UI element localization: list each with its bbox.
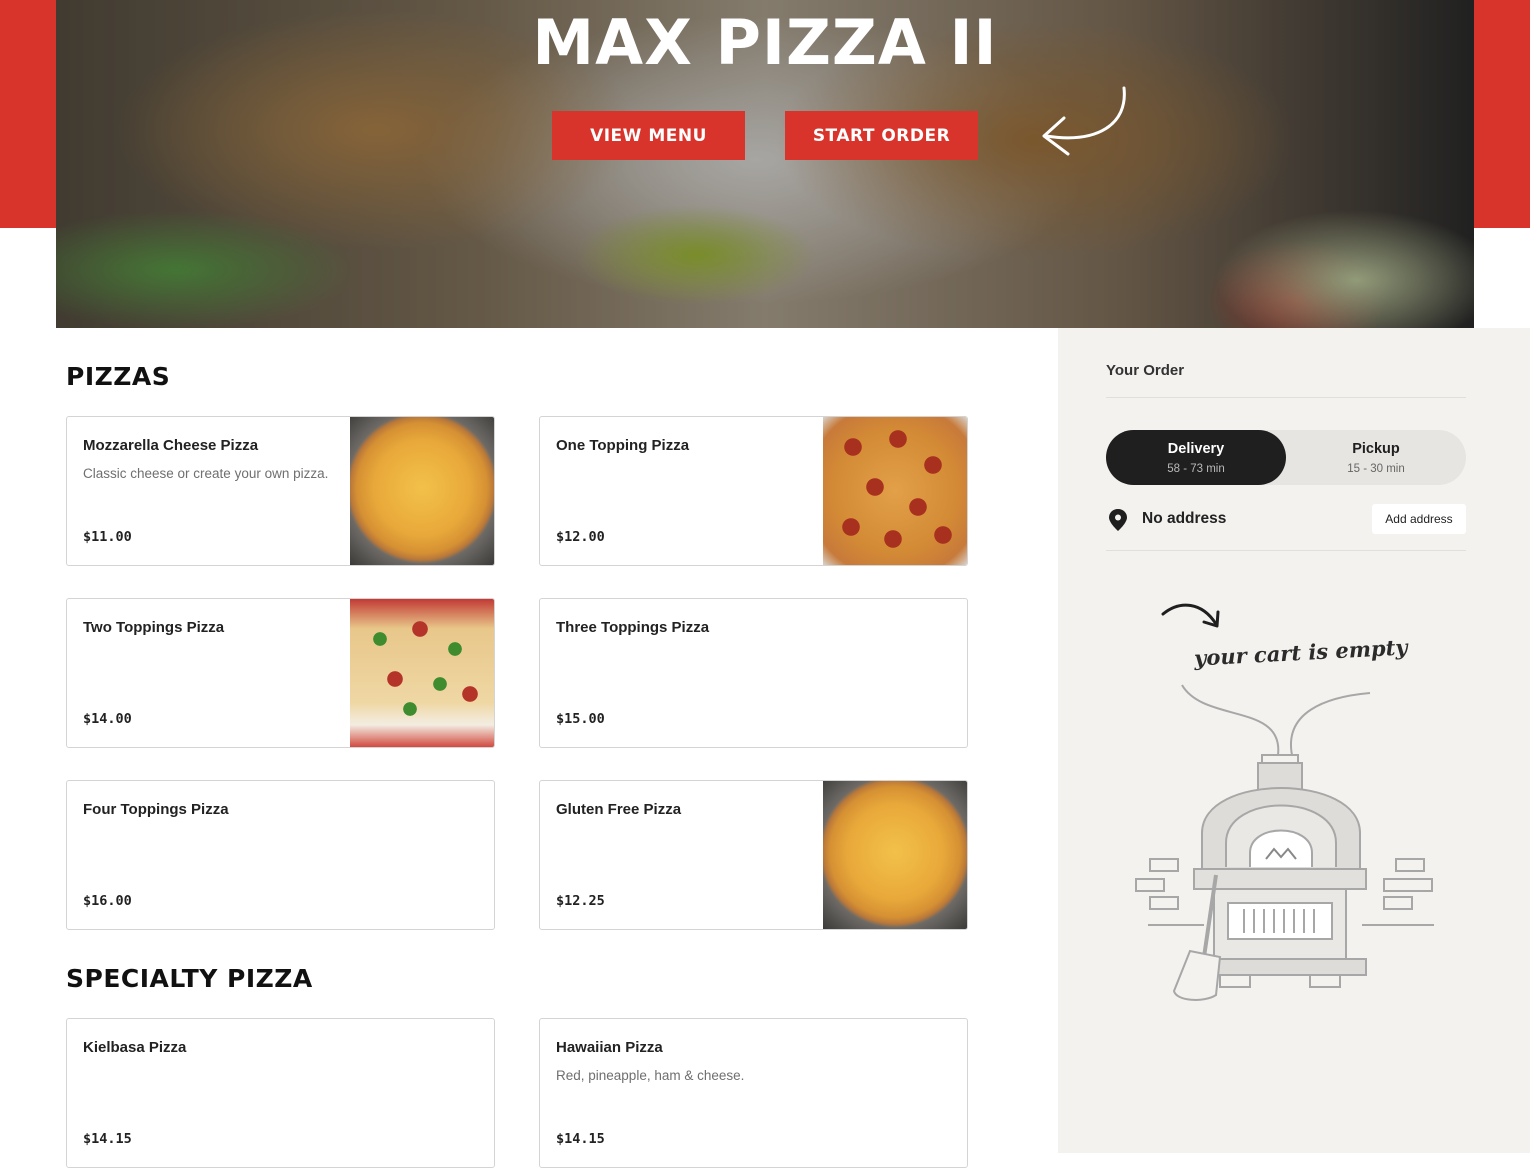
start-order-button[interactable]: START ORDER xyxy=(785,111,978,160)
delivery-option[interactable]: Delivery 58 - 73 min xyxy=(1106,430,1286,485)
divider xyxy=(1106,397,1466,398)
menu-item-name: Kielbasa Pizza xyxy=(83,1039,187,1056)
menu-item-description: Red, pineapple, ham & cheese. xyxy=(556,1068,745,1083)
menu-item-price: $12.00 xyxy=(556,529,605,545)
menu-item-card[interactable]: Four Toppings Pizza $16.00 xyxy=(66,780,495,930)
delivery-label: Delivery xyxy=(1167,441,1225,457)
menu-item-price: $15.00 xyxy=(556,711,605,727)
menu-item-price: $14.00 xyxy=(83,711,132,727)
menu-item-price: $14.15 xyxy=(83,1131,132,1147)
hero-banner: MAX PIZZA II VIEW MENU START ORDER xyxy=(56,0,1474,328)
pepperoni-pizza-image xyxy=(823,417,967,565)
section-title-pizzas: PIZZAS xyxy=(66,362,171,391)
menu-item-card[interactable]: Kielbasa Pizza $14.15 xyxy=(66,1018,495,1168)
menu-item-description: Classic cheese or create your own pizza. xyxy=(83,466,329,481)
cart-empty-message: your cart is empty xyxy=(1193,634,1409,671)
restaurant-title: MAX PIZZA II xyxy=(532,6,998,79)
cart-arrow-icon xyxy=(1161,603,1220,628)
menu-item-card[interactable]: Hawaiian Pizza Red, pineapple, ham & che… xyxy=(539,1018,968,1168)
order-sidebar: Your Order Delivery 58 - 73 min Pickup 1… xyxy=(1058,328,1530,1153)
fulfillment-toggle: Delivery 58 - 73 min Pickup 15 - 30 min xyxy=(1106,430,1466,485)
menu-item-card[interactable]: One Topping Pizza $12.00 xyxy=(539,416,968,566)
menu-item-name: Two Toppings Pizza xyxy=(83,619,225,636)
hero-arrow-icon xyxy=(1042,86,1126,156)
menu-item-price: $11.00 xyxy=(83,529,132,545)
menu-item-name: Hawaiian Pizza xyxy=(556,1039,663,1056)
veggie-pizza-image xyxy=(350,599,494,747)
divider xyxy=(1106,550,1466,551)
cheese-pizza-image xyxy=(350,417,494,565)
menu-item-card[interactable]: Gluten Free Pizza $12.25 xyxy=(539,780,968,930)
address-status: No address xyxy=(1142,510,1227,527)
pizza-oven-illustration xyxy=(1135,684,1434,1001)
menu-item-price: $12.25 xyxy=(556,893,605,909)
delivery-time: 58 - 73 min xyxy=(1167,463,1225,475)
menu-item-name: Mozzarella Cheese Pizza xyxy=(83,437,259,454)
menu-item-card[interactable]: Two Toppings Pizza $14.00 xyxy=(66,598,495,748)
pickup-label: Pickup xyxy=(1352,441,1400,457)
menu-item-price: $16.00 xyxy=(83,893,132,909)
add-address-button[interactable]: Add address xyxy=(1372,504,1466,534)
menu-item-name: One Topping Pizza xyxy=(556,437,690,454)
menu-item-name: Gluten Free Pizza xyxy=(556,801,682,818)
your-order-heading: Your Order xyxy=(1106,362,1185,379)
menu-item-name: Four Toppings Pizza xyxy=(83,801,229,818)
menu-item-card[interactable]: Mozzarella Cheese Pizza Classic cheese o… xyxy=(66,416,495,566)
section-title-specialty-pizza: SPECIALTY PIZZA xyxy=(66,964,313,993)
cheese-pizza-image xyxy=(823,781,967,929)
menu-item-name: Three Toppings Pizza xyxy=(556,619,710,636)
menu-item-price: $14.15 xyxy=(556,1131,605,1147)
pickup-time: 15 - 30 min xyxy=(1347,463,1405,475)
location-pin-icon xyxy=(1109,509,1127,531)
pickup-option[interactable]: Pickup 15 - 30 min xyxy=(1286,430,1466,485)
menu-item-card[interactable]: Three Toppings Pizza $15.00 xyxy=(539,598,968,748)
view-menu-button[interactable]: VIEW MENU xyxy=(552,111,745,160)
